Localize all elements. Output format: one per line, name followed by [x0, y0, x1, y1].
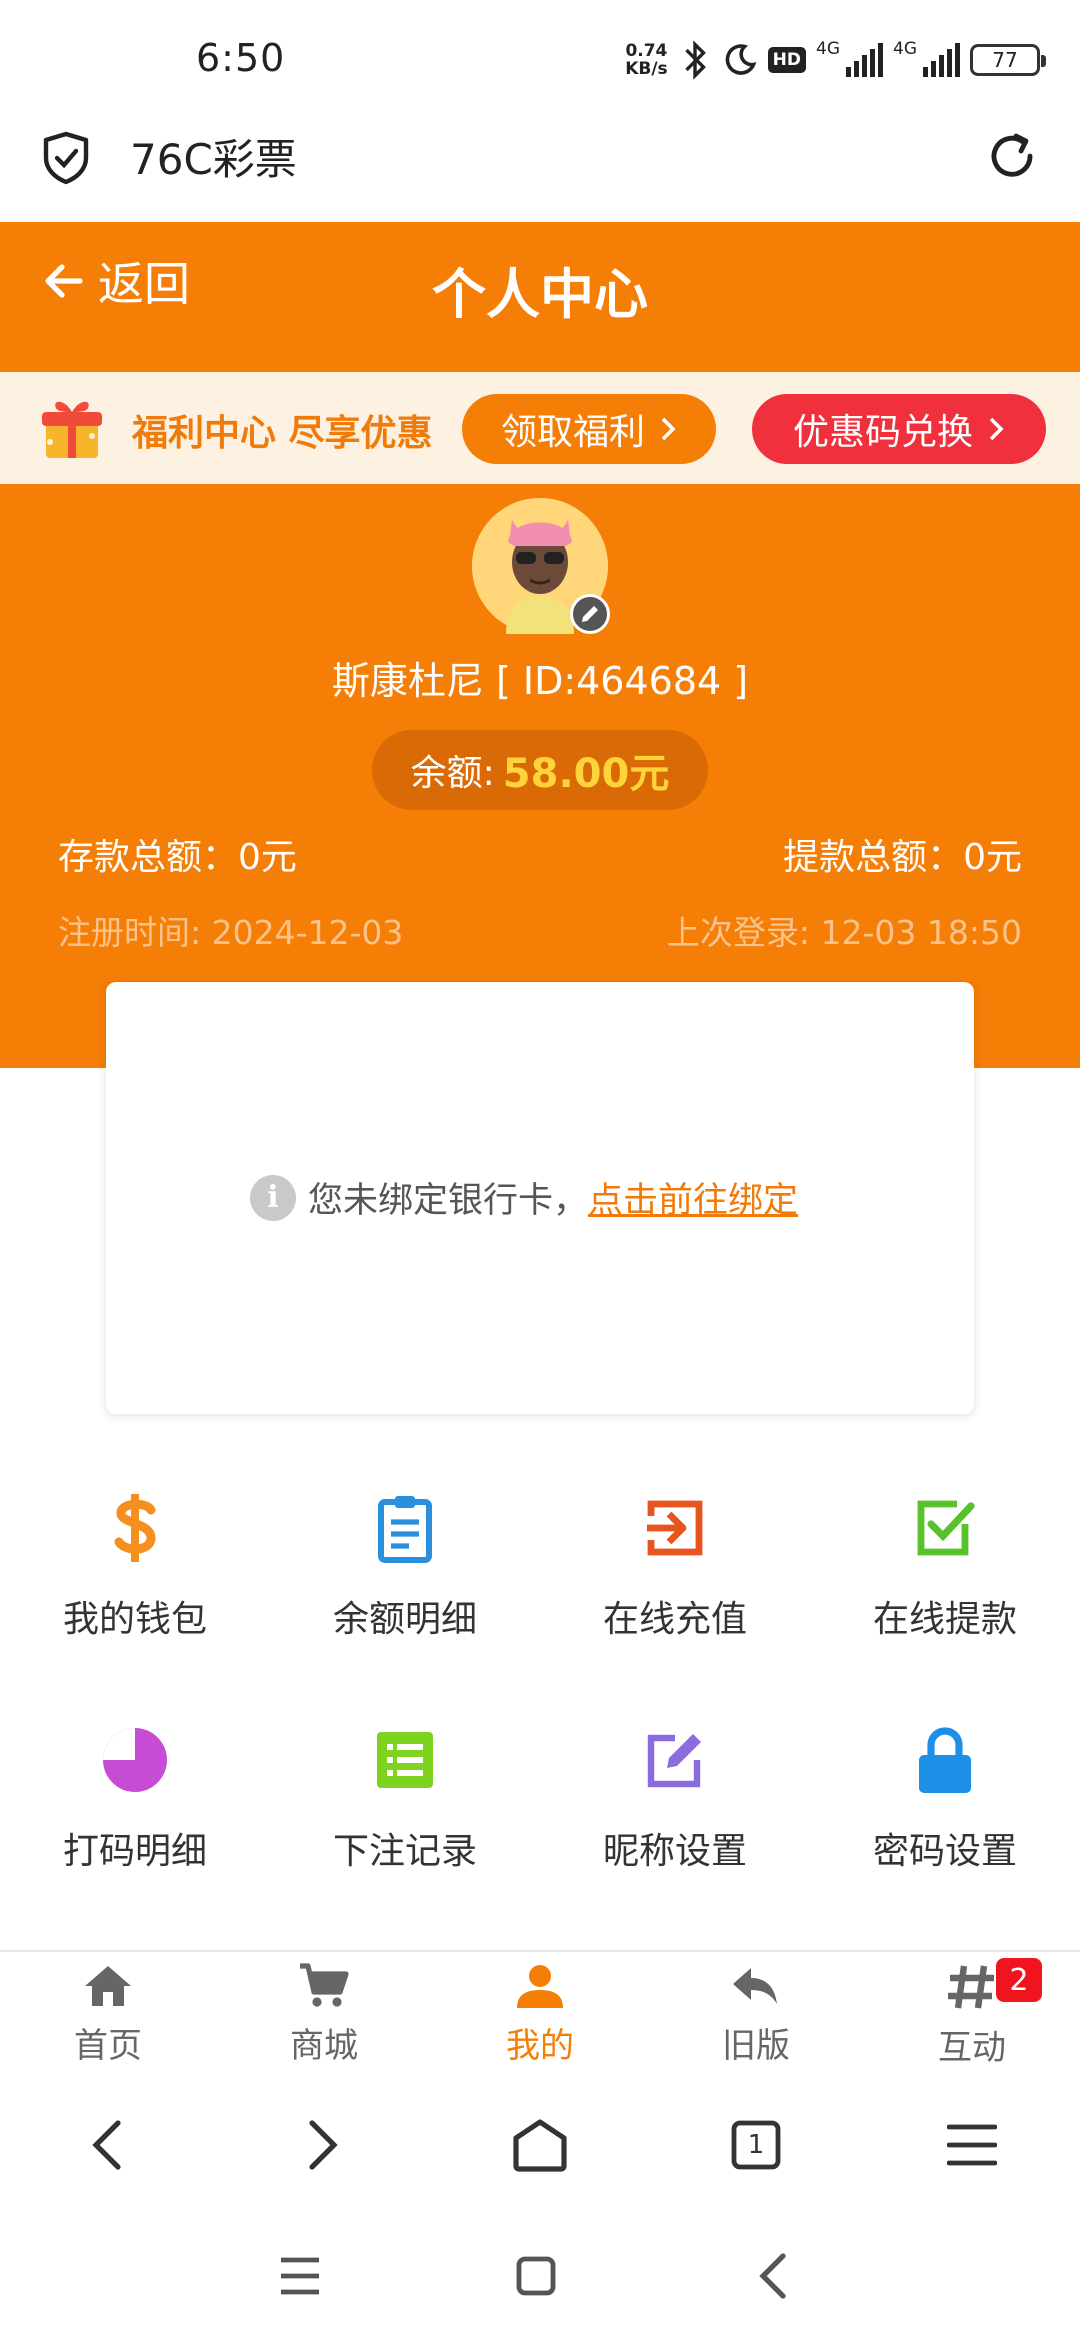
- edit-avatar-button[interactable]: [570, 594, 610, 634]
- system-home-button[interactable]: [506, 2248, 566, 2304]
- tab-home[interactable]: 首页: [0, 1962, 216, 2074]
- tab-mine[interactable]: 我的: [432, 1962, 648, 2074]
- tab-mall[interactable]: 商城: [216, 1962, 432, 2074]
- browser-back-button[interactable]: [72, 2112, 142, 2178]
- browser-forward-button[interactable]: [288, 2112, 358, 2178]
- bluetooth-icon: [684, 40, 706, 80]
- bank-message: 您未绑定银行卡，: [308, 1181, 589, 1221]
- status-icons: 0.74 KB/s HD 4G 4G 77: [625, 38, 1046, 82]
- system-back-button[interactable]: [742, 2248, 802, 2304]
- menu-balance-detail[interactable]: 余额明细: [270, 1482, 540, 1662]
- shield-check-icon[interactable]: [40, 130, 92, 186]
- info-icon: i: [250, 1174, 296, 1221]
- hashtag-icon: [948, 1965, 994, 2009]
- register-time: 注册时间: 2024-12-03: [58, 913, 404, 952]
- page-title: 个人中心: [432, 263, 648, 326]
- balance-pill: 余额: 58.00元: [372, 730, 708, 810]
- tab-old-version[interactable]: 旧版: [648, 1962, 864, 2074]
- menu-wallet[interactable]: 我的钱包: [0, 1482, 270, 1662]
- lock-icon: [905, 1720, 985, 1800]
- home-outline-icon: [513, 2119, 567, 2172]
- chevron-right-icon: [661, 417, 676, 441]
- coupon-redeem-button[interactable]: 优惠码兑换: [752, 394, 1046, 464]
- chevron-right-icon: [309, 2120, 338, 2170]
- square-icon: [516, 2256, 556, 2296]
- signal-icon: 4G: [816, 39, 883, 77]
- system-recents-button[interactable]: [270, 2248, 330, 2304]
- withdraw-total: 提款总额：0元: [783, 837, 1022, 878]
- browser-tabs-button[interactable]: 1: [721, 2112, 791, 2178]
- list-icon: [365, 1720, 445, 1800]
- browser-menu-button[interactable]: [937, 2112, 1007, 2178]
- menu-icon: [947, 2124, 997, 2166]
- welfare-text: 福利中心 尽享优惠: [132, 413, 433, 454]
- browser-home-button[interactable]: [505, 2112, 575, 2178]
- status-time: 6:50: [196, 36, 286, 80]
- cart-icon: [300, 1963, 349, 2007]
- pie-chart-icon: [95, 1720, 175, 1800]
- menu-bet-records[interactable]: 下注记录: [270, 1714, 540, 1894]
- edit-icon: [635, 1720, 715, 1800]
- hd-icon: HD: [767, 47, 806, 73]
- balance-label: 余额:: [410, 753, 495, 794]
- balance-value: 58.00元: [502, 751, 670, 797]
- bank-card-notice: i 您未绑定银行卡， 点击前往绑定: [250, 1172, 798, 1223]
- last-login: 上次登录: 12-03 18:50: [666, 913, 1022, 952]
- clipboard-icon: [365, 1488, 445, 1568]
- site-title: 76C彩票: [130, 135, 297, 184]
- checkbox-icon: [905, 1488, 985, 1568]
- user-icon: [517, 1965, 563, 2008]
- net-speed: 0.74 KB/s: [625, 41, 668, 79]
- back-triangle-icon: [759, 2253, 786, 2299]
- deposit-total: 存款总额：0元: [58, 837, 297, 878]
- home-icon: [85, 1966, 131, 2006]
- sign-in-icon: [635, 1488, 715, 1568]
- menu-password-settings[interactable]: 密码设置: [810, 1714, 1080, 1894]
- chevron-left-icon: [92, 2120, 121, 2170]
- bind-bank-link[interactable]: 点击前往绑定: [588, 1172, 798, 1223]
- claim-welfare-button[interactable]: 领取福利: [462, 394, 716, 464]
- moon-icon: [725, 44, 757, 75]
- menu-nickname-settings[interactable]: 昵称设置: [540, 1714, 810, 1894]
- menu-online-recharge[interactable]: 在线充值: [540, 1482, 810, 1662]
- status-bar: 6:50 0.74 KB/s HD 4G 4G 77: [0, 0, 1080, 120]
- menu-online-withdraw[interactable]: 在线提款: [810, 1482, 1080, 1662]
- username: 斯康杜尼 [ ID:464684 ]: [331, 659, 749, 703]
- hamburger-icon: [281, 2257, 319, 2295]
- refresh-icon[interactable]: [984, 128, 1040, 184]
- chevron-right-icon: [989, 417, 1004, 441]
- dollar-icon: [95, 1488, 175, 1568]
- reply-icon: [733, 1968, 777, 2004]
- battery-icon: 77: [970, 44, 1046, 76]
- menu-bet-code-detail[interactable]: 打码明细: [0, 1714, 270, 1894]
- notification-badge: 2: [996, 1958, 1042, 2002]
- pencil-icon: [582, 606, 598, 622]
- signal-icon: 4G: [893, 39, 960, 77]
- gift-icon: [42, 401, 102, 458]
- tab-interaction[interactable]: 互动: [864, 1962, 1080, 2074]
